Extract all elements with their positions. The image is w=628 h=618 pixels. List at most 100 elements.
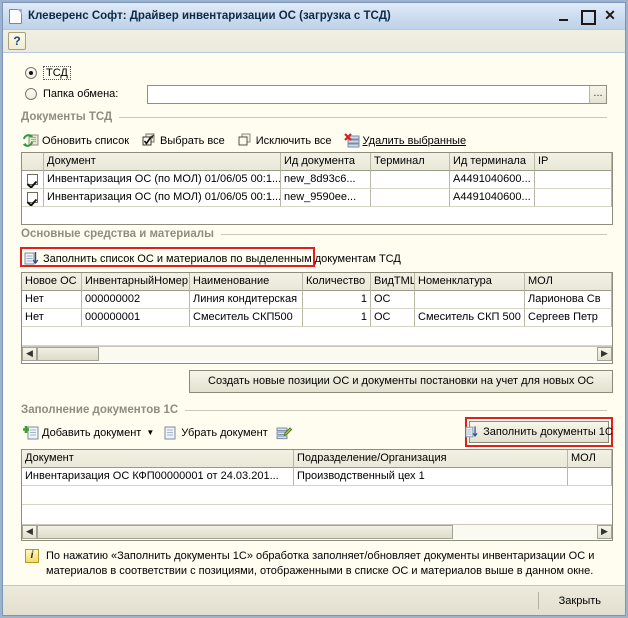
cell-ip [535,189,612,207]
select-all-button[interactable]: Выбрать все [141,133,225,148]
refresh-icon [23,133,39,148]
cell-terminal [371,171,450,189]
edit-document-icon [276,425,292,440]
column-header-division: Подразделение/Организация [294,450,568,468]
row-checkbox[interactable] [27,174,38,185]
source-tsd-option[interactable]: ТСД [25,64,71,82]
close-button-label: Закрыть [559,595,601,607]
column-header-nomenclature: Номенклатура [415,273,525,291]
scroll-left-icon[interactable]: ◀ [22,347,37,361]
group-header-assets: Основные средства и материалы [21,228,607,240]
fill-documents-icon [465,425,479,439]
scroll-left-icon[interactable]: ◀ [22,525,37,539]
group-title-tsd-documents: Документы ТСД [21,111,112,123]
exchange-folder-input[interactable] [148,86,589,103]
remove-document-icon [162,425,178,440]
cell-document: Инвентаризация ОС КФП00000001 от 24.03.2… [22,468,294,486]
empty-cell [22,505,612,524]
table-row[interactable]: Инвентаризация ОС (по МОЛ) 01/06/05 00:1… [22,189,612,207]
table-row[interactable]: Нет 000000001 Смеситель СКП500 1 ОС Смес… [22,309,612,327]
column-header-quantity: Количество [303,273,371,291]
title-bar: Клеверенс Софт: Драйвер инвентаризации О… [3,3,625,29]
row-checkbox-cell[interactable] [22,171,44,189]
add-document-button[interactable]: Добавить документ ▼ [23,425,154,440]
exchange-folder-field[interactable]: ... [147,85,607,104]
table-row[interactable]: Инвентаризация ОС (по МОЛ) 01/06/05 00:1… [22,171,612,189]
application-window: Клеверенс Софт: Драйвер инвентаризации О… [2,2,626,616]
table-row[interactable]: Инвентаризация ОС КФП00000001 от 24.03.2… [22,468,612,486]
group-header-tsd-documents: Документы ТСД [21,111,607,123]
radio-folder[interactable] [25,88,37,100]
document-icon [9,9,22,24]
empty-cell [22,486,612,505]
table-empty-row [22,505,612,524]
create-new-os-label: Создать новые позиции ОС и документы пос… [208,376,594,387]
refresh-list-label: Обновить список [42,135,129,147]
info-note: i По нажатию «Заполнить документы 1С» об… [25,549,609,585]
radio-tsd-label: ТСД [43,66,71,80]
table-empty-row [22,207,612,225]
column-header-ip: IP [535,153,612,171]
docs-1c-horizontal-scrollbar[interactable]: ◀ ▶ [22,524,612,539]
scroll-thumb[interactable] [37,347,99,361]
maximize-button[interactable] [580,9,594,23]
fill-from-tsd-icon [24,251,40,266]
command-bar: ? [3,29,625,53]
cell-quantity: 1 [303,291,371,309]
deselect-all-button[interactable]: Исключить все [237,133,332,148]
chevron-down-icon[interactable]: ▼ [146,428,154,437]
assets-horizontal-scrollbar[interactable]: ◀ ▶ [22,346,612,361]
row-checkbox-cell[interactable] [22,189,44,207]
column-header-name: Наименование [190,273,303,291]
table-empty-row [22,327,612,346]
info-note-text: По нажатию «Заполнить документы 1С» обра… [46,549,609,585]
column-header-kind: ВидТМЦ [371,273,415,291]
docs-1c-table[interactable]: Документ Подразделение/Организация МОЛ И… [21,449,613,541]
divider [119,117,607,118]
cell-division: Производственный цех 1 [294,468,568,486]
cell-kind: ОС [371,309,415,327]
tsd-documents-table[interactable]: Документ Ид документа Терминал Ид термин… [21,152,613,225]
radio-tsd[interactable] [25,67,37,79]
minimize-button[interactable] [557,9,571,23]
scroll-right-icon[interactable]: ▶ [597,347,612,361]
help-button[interactable]: ? [8,32,26,50]
cell-terminal [371,189,450,207]
edit-document-button[interactable] [276,425,295,440]
column-header-inventory-number: ИнвентарныйНомер [82,273,190,291]
cell-name: Линия кондитерская [190,291,303,309]
assets-table[interactable]: Новое ОС ИнвентарныйНомер Наименование К… [21,272,613,364]
empty-cell [22,207,612,225]
docs-1c-toolbar: Добавить документ ▼ Убрать документ [23,425,307,440]
select-all-label: Выбрать все [160,135,225,147]
close-icon[interactable]: ✕ [603,9,617,23]
radio-folder-label: Папка обмена: [43,88,147,100]
delete-selected-button[interactable]: Удалить выбранные [344,133,467,148]
remove-document-button[interactable]: Убрать документ [162,425,268,440]
scroll-thumb[interactable] [37,525,453,539]
scroll-track[interactable] [37,525,597,539]
deselect-all-label: Исключить все [256,135,332,147]
cell-inventory-number: 000000002 [82,291,190,309]
select-all-icon [141,133,157,148]
row-checkbox[interactable] [27,192,38,203]
refresh-list-button[interactable]: Обновить список [23,133,129,148]
scroll-right-icon[interactable]: ▶ [597,525,612,539]
source-folder-option[interactable]: Папка обмена: ... [25,85,607,103]
close-button[interactable]: Закрыть [545,590,615,611]
column-header-terminal-id: Ид терминала [450,153,535,171]
cell-new-os: Нет [22,309,82,327]
fill-docs-1c-label: Заполнить документы 1С [483,427,613,438]
browse-folder-button[interactable]: ... [589,86,606,103]
window-controls: ✕ [557,9,621,23]
cell-mol [568,468,612,486]
table-header-row: Документ Подразделение/Организация МОЛ [22,450,612,468]
column-header-mol: МОЛ [525,273,612,291]
cell-new-os: Нет [22,291,82,309]
table-row[interactable]: Нет 000000002 Линия кондитерская 1 ОС Ла… [22,291,612,309]
scroll-track[interactable] [37,347,597,361]
fill-docs-1c-button[interactable]: Заполнить документы 1С [469,421,609,443]
create-new-os-button[interactable]: Создать новые позиции ОС и документы пос… [189,370,613,393]
cell-nomenclature: Смеситель СКП 500 [415,309,525,327]
fill-assets-list-button[interactable]: Заполнить список ОС и материалов по выде… [24,251,401,266]
